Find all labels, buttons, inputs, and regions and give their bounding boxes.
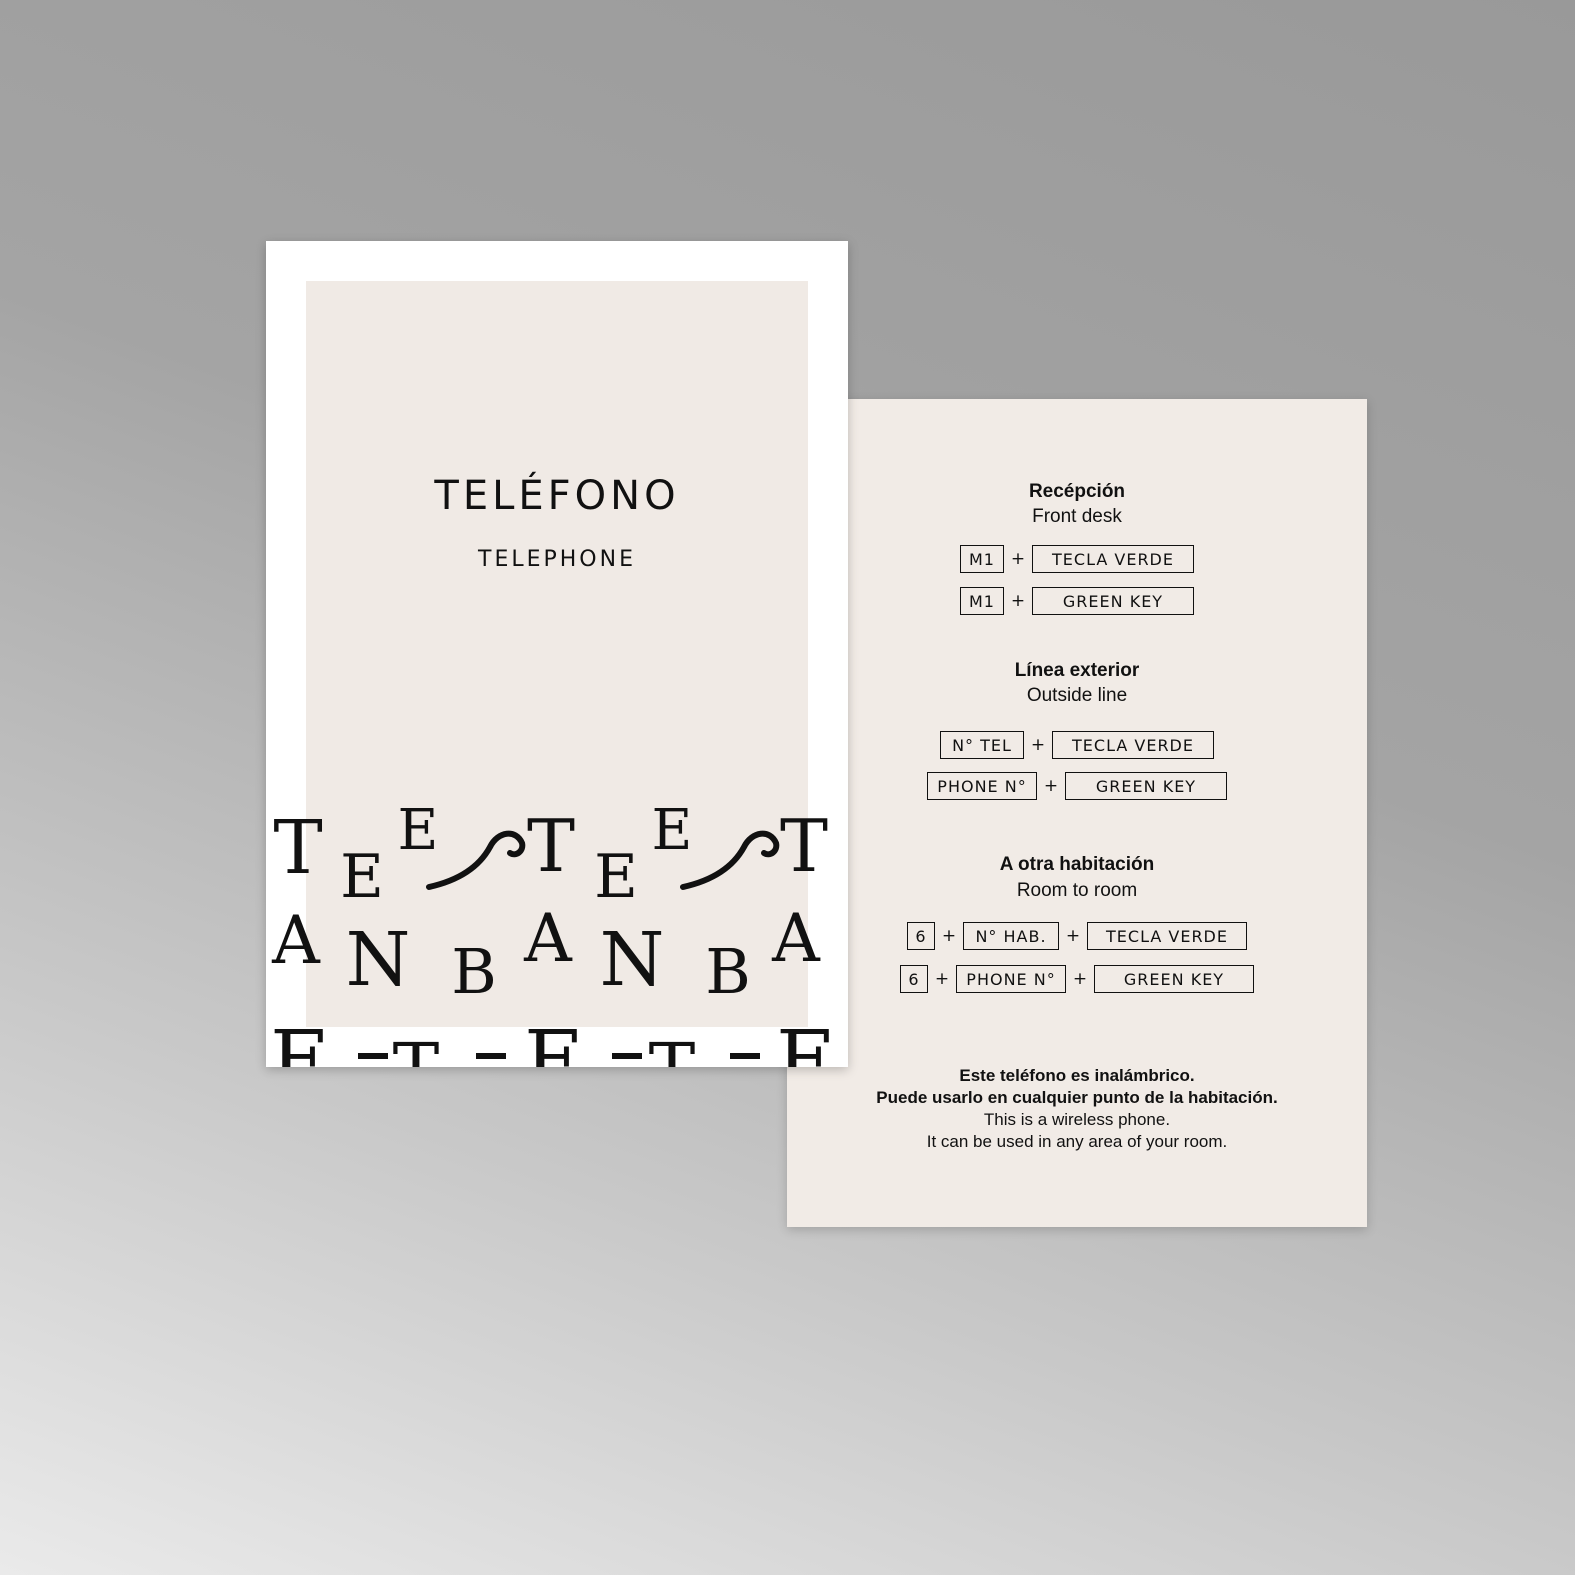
pattern-letter: E — [776, 1014, 836, 1067]
swash-ornament — [426, 830, 526, 890]
wireless-note-en-2: It can be used in any area of your room. — [926, 1132, 1228, 1151]
reception-row-en: M1 + GREEN KEY — [787, 587, 1367, 615]
key-box: TECLA VERDE — [1087, 922, 1247, 950]
pattern-letter: T — [527, 804, 575, 888]
pattern-bar — [476, 1053, 506, 1059]
pattern-letter: E — [270, 1014, 330, 1067]
outside-row-es: N° TEL + TECLA VERDE — [787, 731, 1367, 759]
key-box: M1 — [960, 587, 1004, 615]
wireless-note-es-2: Puede usarlo en cualquier punto de la ha… — [876, 1088, 1278, 1107]
pattern-letter: T — [393, 1028, 440, 1067]
plus-sign: + — [1043, 776, 1059, 796]
reception-title: Recépción — [1028, 481, 1126, 502]
key-box: PHONE N° — [956, 965, 1066, 993]
plus-sign: + — [1010, 549, 1026, 569]
key-box: 6 — [900, 965, 928, 993]
pattern-bar — [612, 1053, 642, 1059]
key-box: N° HAB. — [963, 922, 1059, 950]
pattern-letter: T — [273, 805, 322, 891]
room-to-room-title: A otra habitación — [999, 854, 1155, 875]
pattern-letter: E — [652, 798, 693, 863]
room-to-room-subtitle: Room to room — [1016, 880, 1138, 901]
pattern-letter: B — [705, 935, 751, 1008]
room-row-es: 6 + N° HAB. + TECLA VERDE — [787, 922, 1367, 950]
key-box: GREEN KEY — [1032, 587, 1194, 615]
plus-sign: + — [1065, 926, 1081, 946]
instruction-card-back: Recépción Front desk M1 + TECLA VERDE M1… — [787, 399, 1367, 1227]
decorative-letter-pattern: T E E T E E T A N B A N B A E T E T E — [270, 798, 836, 1067]
pattern-bar — [358, 1053, 388, 1059]
pattern-letter: A — [271, 902, 321, 979]
pattern-bar — [730, 1053, 760, 1059]
outside-line-title: Línea exterior — [1014, 660, 1140, 681]
key-box: TECLA VERDE — [1032, 545, 1194, 573]
key-box: 6 — [907, 922, 935, 950]
instruction-content: Recépción Front desk M1 + TECLA VERDE M1… — [787, 399, 1367, 1227]
pattern-letter: E — [524, 1014, 584, 1067]
key-box: PHONE N° — [927, 772, 1037, 800]
plus-sign: + — [1072, 969, 1088, 989]
pattern-letter: E — [594, 842, 638, 912]
plus-sign: + — [941, 926, 957, 946]
plus-sign: + — [1030, 735, 1046, 755]
key-box: GREEN KEY — [1065, 772, 1227, 800]
pattern-letter: A — [523, 900, 573, 977]
pattern-letter: A — [771, 900, 821, 977]
outside-row-en: PHONE N° + GREEN KEY — [787, 772, 1367, 800]
pattern-letter: B — [451, 935, 497, 1008]
plus-sign: + — [1010, 591, 1026, 611]
pattern-letter: E — [340, 842, 384, 912]
pattern-letter: N — [346, 917, 411, 1003]
swash-ornament — [680, 830, 780, 890]
plus-sign: + — [934, 969, 950, 989]
outside-line-subtitle: Outside line — [1026, 685, 1128, 706]
pattern-letter: N — [600, 917, 665, 1003]
wireless-note-es-1: Este teléfono es inalámbrico. — [959, 1066, 1195, 1085]
room-row-en: 6 + PHONE N° + GREEN KEY — [787, 965, 1367, 993]
wireless-note-en-1: This is a wireless phone. — [983, 1110, 1171, 1129]
reception-subtitle: Front desk — [1032, 506, 1122, 527]
pattern-letter: E — [398, 798, 439, 863]
pattern-letter: T — [649, 1028, 696, 1067]
key-box: M1 — [960, 545, 1004, 573]
key-box: GREEN KEY — [1094, 965, 1254, 993]
key-box: N° TEL — [940, 731, 1024, 759]
key-box: TECLA VERDE — [1052, 731, 1214, 759]
telephone-card-front: TELÉFONO TELEPHONE T E E T E E T A N B A… — [266, 241, 848, 1067]
pattern-letter: T — [780, 804, 828, 888]
wireless-note: Este teléfono es inalámbrico. Puede usar… — [787, 1065, 1367, 1153]
reception-row-es: M1 + TECLA VERDE — [787, 545, 1367, 573]
